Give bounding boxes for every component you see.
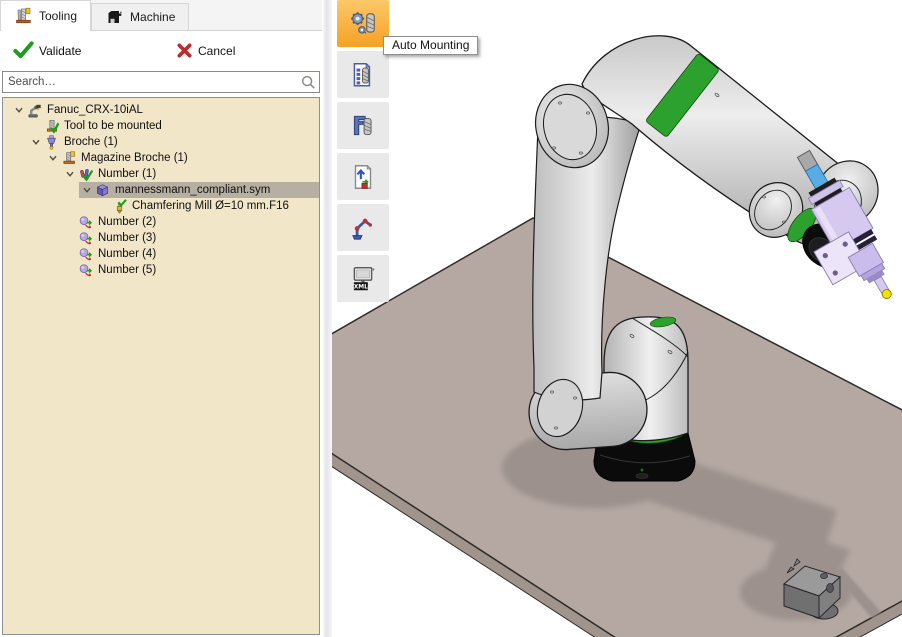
chamfer-icon — [112, 199, 130, 214]
tooltip-text: Auto Mounting — [392, 38, 469, 52]
tree-item[interactable]: Number (2) — [3, 214, 319, 230]
tree-item-label: Number (1) — [96, 168, 159, 181]
search-icon[interactable] — [300, 74, 316, 90]
robot-kinematics-button[interactable] — [337, 204, 389, 251]
chevron-down-icon[interactable] — [45, 153, 61, 163]
action-bar: Validate Cancel — [0, 31, 322, 70]
number-icon — [78, 263, 96, 278]
robot-3d-scene[interactable] — [332, 0, 902, 637]
tree-item-label: Magazine Broche (1) — [79, 152, 191, 165]
cancel-label: Cancel — [198, 44, 235, 58]
tab-tooling[interactable]: Tooling — [0, 0, 91, 31]
tree-item[interactable]: Tool to be mounted — [3, 118, 319, 134]
sym-icon — [95, 183, 113, 198]
tree-item-label: mannessmann_compliant.sym — [113, 184, 273, 197]
validate-button[interactable]: Validate — [13, 40, 176, 61]
tree-item[interactable]: Magazine Broche (1) — [3, 150, 319, 166]
tree-item-label: Chamfering Mill Ø=10 mm.F16 — [130, 200, 292, 213]
magazine-icon — [61, 151, 79, 166]
validate-label: Validate — [39, 44, 81, 58]
auto-mount-icon — [348, 9, 378, 39]
search-box — [2, 71, 320, 93]
xml-export-button[interactable]: XML — [337, 255, 389, 302]
chevron-down-icon[interactable] — [11, 105, 27, 115]
validate-check-icon — [13, 40, 34, 61]
tree-item-label: Fanuc_CRX-10iAL — [45, 104, 146, 117]
viewport-toolbar: XML — [337, 0, 389, 306]
viewport-3d[interactable]: XML Auto Mounting — [332, 0, 902, 637]
tree-item-label: Tool to be mounted — [62, 120, 165, 133]
tooling-tab-icon — [14, 7, 33, 25]
tree-item[interactable]: Chamfering Mill Ø=10 mm.F16 — [3, 198, 319, 214]
chevron-down-icon[interactable] — [28, 137, 44, 147]
chevron-down-icon[interactable] — [62, 169, 78, 179]
tree-item-label: Number (4) — [96, 248, 159, 261]
tree-item-label: Broche (1) — [62, 136, 121, 149]
tab-machine[interactable]: Machine — [91, 3, 189, 30]
auto-mounting-button[interactable] — [337, 0, 389, 47]
auto-mounting-tooltip: Auto Mounting — [383, 36, 478, 55]
tool-import-export-button[interactable] — [337, 153, 389, 200]
search-input[interactable] — [2, 71, 320, 93]
tool-measure-button[interactable] — [337, 102, 389, 149]
number-icon — [78, 231, 96, 246]
panel-tabbar: Tooling Machine — [0, 0, 322, 31]
number-icon — [78, 215, 96, 230]
tool-check-icon — [44, 119, 62, 134]
tree-item[interactable]: Number (3) — [3, 230, 319, 246]
machine-tab-icon — [105, 8, 124, 26]
tree-item-label: Number (2) — [96, 216, 159, 229]
tree-item[interactable]: Fanuc_CRX-10iAL — [3, 102, 319, 118]
xml-machine-icon: XML — [348, 264, 378, 294]
application-window: Tooling Machine Validate Cancel — [0, 0, 902, 637]
svg-text:XML: XML — [354, 284, 368, 290]
spindle-icon — [44, 135, 62, 150]
import-doc-icon — [348, 162, 378, 192]
tree-item[interactable]: Broche (1) — [3, 134, 319, 150]
tool-list-document-button[interactable] — [337, 51, 389, 98]
tooling-tree: Fanuc_CRX-10iAL Tool to be mounted Broche … — [2, 97, 320, 635]
tree-item-label: Number (5) — [96, 264, 159, 277]
cancel-x-icon — [176, 42, 193, 59]
cancel-button[interactable]: Cancel — [176, 42, 235, 59]
number-check-icon — [78, 167, 96, 182]
robot-icon — [27, 103, 45, 118]
panel-splitter[interactable] — [322, 0, 332, 637]
tree-item[interactable]: mannessmann_compliant.sym — [3, 182, 319, 198]
caliper-icon — [348, 111, 378, 141]
tab-tooling-label: Tooling — [39, 9, 77, 23]
tree-item[interactable]: Number (1) — [3, 166, 319, 182]
robot-arm-icon — [348, 213, 378, 243]
tree-item[interactable]: Number (5) — [3, 262, 319, 278]
tree-item-label: Number (3) — [96, 232, 159, 245]
tree-item[interactable]: Number (4) — [3, 246, 319, 262]
number-icon — [78, 247, 96, 262]
tooling-panel: Tooling Machine Validate Cancel — [0, 0, 322, 637]
doc-tool-icon — [348, 60, 378, 90]
chevron-down-icon[interactable] — [79, 185, 95, 195]
tab-machine-label: Machine — [130, 10, 175, 24]
